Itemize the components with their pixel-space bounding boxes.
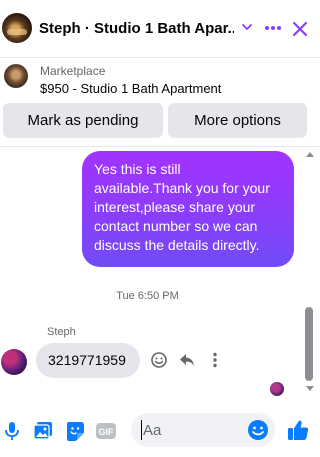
gif-icon[interactable]: GIF: [95, 420, 117, 442]
scroll-down-arrow-icon[interactable]: [306, 386, 314, 391]
sticker-icon[interactable]: [64, 420, 86, 442]
more-options-button[interactable]: More options: [168, 103, 307, 138]
microphone-icon[interactable]: [1, 420, 23, 442]
photo-icon[interactable]: [32, 420, 54, 442]
listing-thumbnail: [4, 64, 28, 88]
reply-icon[interactable]: [178, 351, 196, 369]
chevron-down-icon[interactable]: [240, 20, 254, 34]
scroll-up-arrow-icon[interactable]: [306, 152, 314, 157]
message-more-icon[interactable]: [206, 351, 224, 369]
emoji-icon[interactable]: [247, 419, 269, 441]
listing-source: Marketplace: [40, 64, 106, 78]
actions-divider: [0, 146, 319, 147]
incoming-message[interactable]: 3219771959: [36, 343, 140, 378]
listing-info[interactable]: Marketplace $950 - Studio 1 Bath Apartme…: [0, 58, 319, 102]
chat-title[interactable]: Steph · Studio 1 Bath Apar...: [39, 20, 234, 37]
sender-avatar[interactable]: [1, 349, 27, 375]
close-icon[interactable]: [291, 20, 309, 38]
text-caret: [141, 420, 142, 440]
gif-label: GIF: [99, 427, 115, 437]
listing-title: $950 - Studio 1 Bath Apartment: [40, 81, 222, 96]
seen-avatar: [270, 382, 284, 396]
more-icon[interactable]: [264, 20, 282, 36]
like-icon[interactable]: [286, 418, 310, 442]
sender-name: Steph: [47, 326, 76, 338]
outgoing-message[interactable]: Yes this is still available.Thank you fo…: [82, 151, 294, 267]
avatar[interactable]: [2, 13, 32, 43]
mark-as-pending-button[interactable]: Mark as pending: [3, 103, 163, 138]
chat-header: Steph · Studio 1 Bath Apar...: [0, 0, 319, 60]
react-emoji-icon[interactable]: [150, 351, 168, 369]
scrollbar-thumb[interactable]: [305, 307, 313, 381]
message-timestamp: Tue 6:50 PM: [116, 290, 179, 302]
